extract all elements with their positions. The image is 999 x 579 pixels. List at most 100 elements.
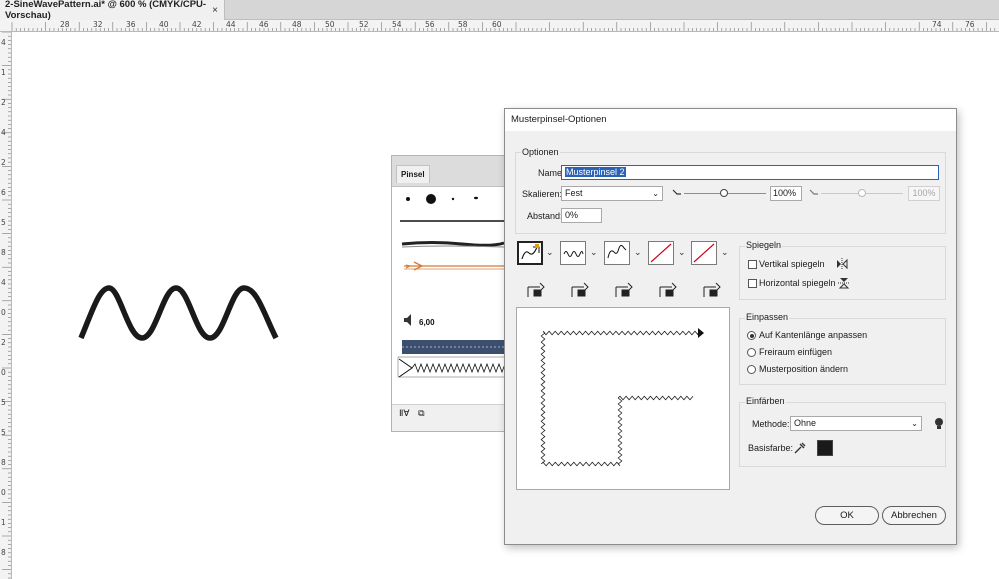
end-tile-dropdown-icon[interactable]: ⌄	[721, 247, 729, 258]
tile-preview-icons	[527, 282, 721, 297]
name-field[interactable]: Musterpinsel 2	[561, 165, 939, 180]
ruler-label: 4	[1, 278, 6, 287]
fit-option-stretch[interactable]: Auf Kantenlänge anpassen	[759, 330, 867, 340]
ruler-label: 2	[1, 98, 6, 107]
method-select[interactable]: Ohne ⌄	[790, 416, 922, 431]
brush-dot-small	[406, 197, 410, 201]
brush-line-charcoal	[401, 241, 505, 247]
ruler-label: 56	[425, 20, 435, 29]
ruler-label: 2	[1, 338, 6, 347]
side-tile-preview-icon	[527, 282, 545, 297]
ruler-label: 5	[1, 428, 6, 437]
start-tile-button[interactable]	[648, 241, 674, 265]
ruler-label: 2	[1, 158, 6, 167]
fit-group-title: Einpassen	[745, 312, 790, 322]
brush-size-text: 6,00	[419, 318, 435, 327]
chevron-down-icon: ⌄	[911, 419, 918, 428]
ruler-label: 0	[1, 488, 6, 497]
document-tab-bar: 2-SineWavePattern.ai* @ 600 % (CMYK/CPU-…	[0, 0, 999, 21]
scale-variation-icon	[809, 189, 818, 195]
name-field-value: Musterpinsel 2	[565, 167, 626, 177]
document-tab[interactable]: 2-SineWavePattern.ai* @ 600 % (CMYK/CPU-…	[0, 0, 225, 21]
inner-corner-dropdown-icon[interactable]: ⌄	[634, 247, 642, 258]
mirror-group-title: Spiegeln	[745, 240, 783, 250]
ruler-label: 32	[93, 20, 103, 29]
brush-swatches: 6,00	[397, 194, 507, 378]
horizontal-mirror-label[interactable]: Horizontal spiegeln	[759, 278, 836, 288]
eyedropper-icon[interactable]	[793, 441, 807, 455]
ok-button[interactable]: OK	[815, 506, 879, 525]
flip-vertical-icon	[837, 258, 848, 270]
outer-corner-tile-icon	[563, 251, 584, 257]
inner-corner-tile-icon	[607, 245, 627, 259]
start-tile-dropdown-icon[interactable]: ⌄	[678, 247, 686, 258]
ruler-label: 58	[458, 20, 468, 29]
vertical-mirror-checkbox[interactable]	[748, 260, 757, 269]
close-icon[interactable]: ×	[212, 5, 218, 16]
ruler-label: 76	[965, 20, 975, 29]
fit-radio-stretch[interactable]	[747, 331, 756, 340]
cancel-button[interactable]: Abbrechen	[882, 506, 946, 525]
ruler-label: 52	[359, 20, 369, 29]
scale-value-field[interactable]: 100%	[770, 186, 802, 201]
scale-mode-select[interactable]: Fest ⌄	[561, 186, 663, 201]
ruler-label: 8	[1, 458, 6, 467]
scale-value: 100%	[773, 188, 797, 198]
pattern-preview	[516, 307, 730, 490]
mirror-group	[739, 246, 946, 300]
fit-radio-add-space[interactable]	[747, 348, 756, 357]
scale-variation-field: 100%	[908, 186, 940, 201]
horizontal-ruler[interactable]: 28 32 36 40 42 44 46 48 50 52 54 56 58 60 74 76	[0, 20, 999, 32]
key-color-label: Basisfarbe:	[748, 443, 794, 453]
ruler-label: 0	[1, 308, 6, 317]
scale-mode-value: Fest	[565, 188, 583, 198]
start-tile-preview-icon	[659, 282, 677, 297]
fit-option-approximate[interactable]: Musterposition ändern	[759, 364, 848, 374]
horizontal-mirror-checkbox[interactable]	[748, 279, 757, 288]
method-value: Ohne	[794, 418, 817, 428]
end-tile-preview-icon	[703, 282, 721, 297]
ruler-label: 5	[1, 218, 6, 227]
library-icon[interactable]: ⅡⱯ	[399, 408, 410, 418]
speaker-icon	[404, 314, 411, 326]
side-tile-button[interactable]	[517, 241, 543, 265]
pattern-preview-path	[540, 328, 704, 467]
colorize-group	[739, 402, 946, 467]
brush-dot-oval	[474, 196, 478, 200]
options-group-title: Optionen	[521, 147, 560, 157]
ruler-label: 36	[126, 20, 136, 29]
ruler-label: 8	[1, 248, 6, 257]
vertical-ruler[interactable]: 4 1 2 4 2 6 5 8 4 0 2 0 5 5 8 0 1 8	[0, 32, 12, 579]
ruler-label: 60	[492, 20, 502, 29]
scale-variation-value: 100%	[912, 188, 936, 198]
outer-corner-tile-button[interactable]	[560, 241, 586, 265]
brushes-list: 6,00 ⅡⱯ ⧉	[392, 187, 510, 422]
side-tile-icon	[521, 244, 540, 260]
sine-wave-path	[78, 285, 279, 341]
spacing-value: 0%	[565, 210, 579, 220]
ruler-label: 42	[192, 20, 202, 29]
scale-slider-knob[interactable]	[720, 189, 728, 197]
fit-radio-approximate[interactable]	[747, 365, 756, 374]
ruler-label: 46	[259, 20, 269, 29]
none-tile-icon	[650, 243, 672, 263]
document-tab-title: 2-SineWavePattern.ai* @ 600 % (CMYK/CPU-…	[5, 0, 207, 21]
ruler-label: 54	[392, 20, 402, 29]
brush-options-icon[interactable]: ⧉	[418, 408, 424, 418]
ruler-label: 4	[1, 38, 6, 47]
ruler-label: 1	[1, 68, 6, 77]
ruler-label: 1	[1, 518, 6, 527]
end-tile-button[interactable]	[691, 241, 717, 265]
side-tile-dropdown-icon[interactable]: ⌄	[546, 247, 554, 258]
spacing-field[interactable]: 0%	[561, 208, 602, 223]
key-color-swatch[interactable]	[817, 440, 833, 456]
chevron-down-icon: ⌄	[652, 189, 659, 198]
ruler-label: 40	[159, 20, 169, 29]
fit-option-add-space[interactable]: Freiraum einfügen	[759, 347, 832, 357]
tips-lightbulb-icon[interactable]	[933, 416, 945, 431]
outer-corner-dropdown-icon[interactable]: ⌄	[590, 247, 598, 258]
tab-brushes[interactable]: Pinsel	[396, 165, 430, 183]
inner-corner-tile-button[interactable]	[604, 241, 630, 265]
brushes-panel: Pinsel 6,00 ⅡⱯ ⧉	[391, 155, 511, 432]
vertical-mirror-label[interactable]: Vertikal spiegeln	[759, 259, 825, 269]
